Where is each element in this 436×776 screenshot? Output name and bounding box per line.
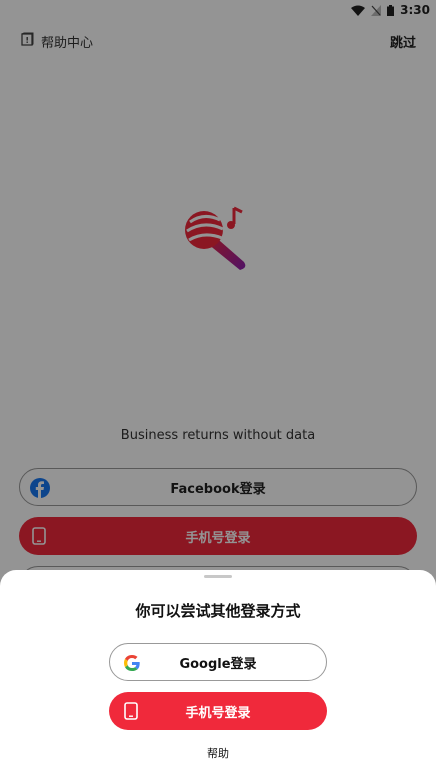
sheet-phone-login-label: 手机号登录	[185, 705, 251, 721]
sheet-phone-login-button[interactable]: 手机号登录	[109, 692, 327, 730]
login-options-sheet: 你可以尝试其他登录方式 Google登录 手机号登录 帮助	[0, 570, 436, 776]
sheet-drag-handle[interactable]	[204, 575, 232, 578]
help-link[interactable]: 帮助	[0, 745, 436, 761]
sheet-title: 你可以尝试其他登录方式	[135, 602, 301, 620]
google-login-label: Google登录	[179, 656, 257, 672]
google-icon	[122, 653, 142, 673]
phone-icon	[121, 701, 141, 721]
google-login-button[interactable]: Google登录	[109, 643, 327, 681]
